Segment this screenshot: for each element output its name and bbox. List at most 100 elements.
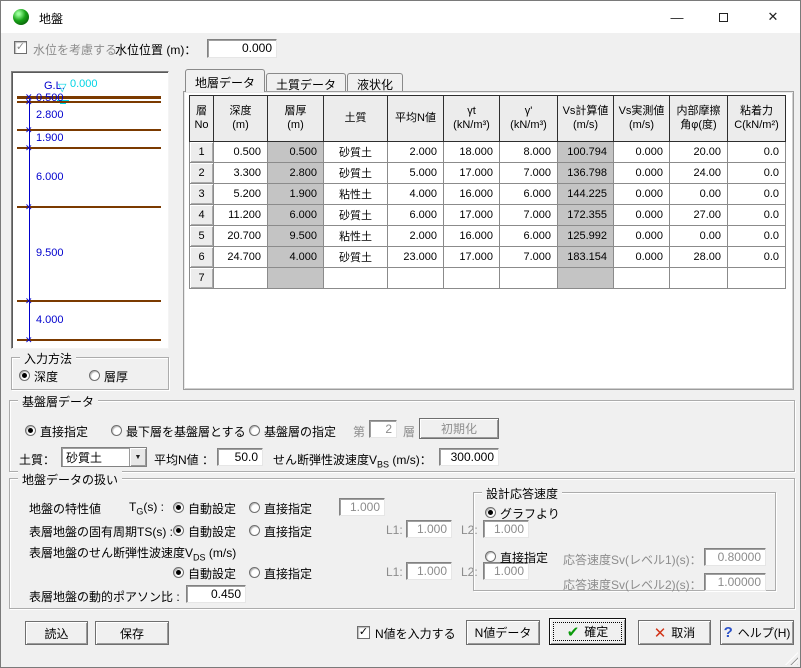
vbs-input[interactable]: 300.000	[439, 448, 499, 466]
table-cell[interactable]: 144.225	[558, 184, 614, 205]
load-button[interactable]: 読込	[25, 621, 88, 645]
table-cell[interactable]	[670, 268, 728, 289]
table-cell[interactable]: 125.992	[558, 226, 614, 247]
tab-strata-data[interactable]: 地層データ	[185, 69, 265, 92]
table-cell[interactable]	[444, 268, 500, 289]
table-cell[interactable]	[614, 268, 670, 289]
cancel-button[interactable]: ✕ 取消	[638, 620, 711, 645]
vds-radio-direct[interactable]	[249, 567, 260, 578]
table-cell[interactable]: 0.0	[728, 184, 786, 205]
table-cell[interactable]: 20.700	[214, 226, 268, 247]
table-cell[interactable]: 0.0	[728, 163, 786, 184]
avg-n-input[interactable]: 50.0	[217, 448, 263, 466]
ts-radio-auto[interactable]	[173, 525, 184, 536]
table-cell[interactable]: 17.000	[444, 163, 500, 184]
table-cell[interactable]: 23.000	[388, 247, 444, 268]
tab-liquefaction[interactable]: 液状化	[347, 73, 403, 92]
table-cell[interactable]: 0.000	[614, 247, 670, 268]
table-cell[interactable]: 0.000	[614, 142, 670, 163]
table-cell[interactable]: 17.000	[444, 247, 500, 268]
table-cell[interactable]: 0.500	[268, 142, 324, 163]
table-cell[interactable]: 砂質土	[324, 205, 388, 226]
table-cell[interactable]: 4.000	[268, 247, 324, 268]
design-radio-graph[interactable]	[485, 507, 496, 518]
initialize-button[interactable]: 初期化	[419, 418, 499, 439]
vds-l1-input[interactable]: 1.000	[406, 562, 452, 580]
table-cell[interactable]	[214, 268, 268, 289]
table-cell[interactable]: 0.0	[728, 142, 786, 163]
table-cell[interactable]: 0.000	[614, 163, 670, 184]
table-cell[interactable]	[324, 268, 388, 289]
table-cell[interactable]: 16.000	[444, 226, 500, 247]
table-cell[interactable]: 4.000	[388, 184, 444, 205]
table-cell[interactable]: 7.000	[500, 247, 558, 268]
confirm-button[interactable]: ✔ 確定	[549, 618, 626, 645]
table-cell[interactable]	[500, 268, 558, 289]
table-cell[interactable]: 1.900	[268, 184, 324, 205]
maximize-button[interactable]	[700, 1, 746, 33]
help-button[interactable]: ? ヘルプ(H)	[720, 620, 794, 645]
design-radio-direct[interactable]	[485, 551, 496, 562]
base-layer-radio-direct[interactable]	[25, 425, 36, 436]
ts-l1-input[interactable]: 1.000	[406, 520, 452, 538]
base-layer-radio-specify[interactable]	[249, 425, 260, 436]
table-cell[interactable]: 24.700	[214, 247, 268, 268]
tg-radio-direct[interactable]	[249, 502, 260, 513]
table-cell[interactable]: 7.000	[500, 163, 558, 184]
table-cell[interactable]: 3.300	[214, 163, 268, 184]
table-cell[interactable]: 9.500	[268, 226, 324, 247]
table-cell[interactable]: 2.000	[388, 142, 444, 163]
water-consider-checkbox[interactable]: ✓	[14, 41, 27, 54]
table-cell[interactable]: 11.200	[214, 205, 268, 226]
dropdown-arrow-icon[interactable]: ▼	[129, 448, 146, 466]
table-cell[interactable]	[268, 268, 324, 289]
table-cell[interactable]: 7.000	[500, 205, 558, 226]
table-cell[interactable]: 砂質土	[324, 247, 388, 268]
soil-type-dropdown[interactable]: 砂質土 ▼	[61, 447, 147, 467]
table-cell[interactable]: 0.00	[670, 184, 728, 205]
n-value-checkbox[interactable]: ✓	[357, 626, 370, 639]
input-method-radio-depth[interactable]	[19, 370, 30, 381]
table-cell[interactable]: 0.500	[214, 142, 268, 163]
table-cell[interactable]: 20.00	[670, 142, 728, 163]
table-cell[interactable]: 砂質土	[324, 142, 388, 163]
table-cell[interactable]	[558, 268, 614, 289]
sv2-input[interactable]: 1.00000	[704, 573, 766, 591]
table-cell[interactable]: 6.000	[388, 205, 444, 226]
table-cell[interactable]: 2.000	[388, 226, 444, 247]
table-cell[interactable]: 0.000	[614, 226, 670, 247]
table-cell[interactable]: 5.000	[388, 163, 444, 184]
table-cell[interactable]: 0.00	[670, 226, 728, 247]
table-cell[interactable]: 8.000	[500, 142, 558, 163]
table-cell[interactable]: 183.154	[558, 247, 614, 268]
table-cell[interactable]: 18.000	[444, 142, 500, 163]
table-cell[interactable]: 粘性土	[324, 184, 388, 205]
table-cell[interactable]: 17.000	[444, 205, 500, 226]
n-data-button[interactable]: N値データ	[466, 620, 540, 645]
tg-radio-auto[interactable]	[173, 502, 184, 513]
tg-input[interactable]: 1.000	[339, 498, 385, 516]
ts-radio-direct[interactable]	[249, 525, 260, 536]
save-button[interactable]: 保存	[95, 621, 169, 645]
table-cell[interactable]	[388, 268, 444, 289]
table-cell[interactable]: 16.000	[444, 184, 500, 205]
table-cell[interactable]: 6.000	[500, 226, 558, 247]
poisson-input[interactable]: 0.450	[186, 585, 246, 603]
table-cell[interactable]: 0.000	[614, 205, 670, 226]
table-cell[interactable]: 24.00	[670, 163, 728, 184]
layer-number-input[interactable]: 2	[369, 420, 397, 438]
table-cell[interactable]: 6.000	[268, 205, 324, 226]
table-cell[interactable]	[728, 268, 786, 289]
minimize-button[interactable]: —	[654, 1, 700, 33]
table-cell[interactable]: 0.000	[614, 184, 670, 205]
table-cell[interactable]: 6.000	[500, 184, 558, 205]
sv1-input[interactable]: 0.80000	[704, 548, 766, 566]
water-position-input[interactable]: 0.000	[207, 39, 277, 58]
table-cell[interactable]: 粘性土	[324, 226, 388, 247]
input-method-radio-thickness[interactable]	[89, 370, 100, 381]
table-cell[interactable]: 0.0	[728, 226, 786, 247]
table-cell[interactable]: 172.355	[558, 205, 614, 226]
table-cell[interactable]: 27.00	[670, 205, 728, 226]
close-button[interactable]: ✕	[746, 1, 800, 33]
table-cell[interactable]: 砂質土	[324, 163, 388, 184]
